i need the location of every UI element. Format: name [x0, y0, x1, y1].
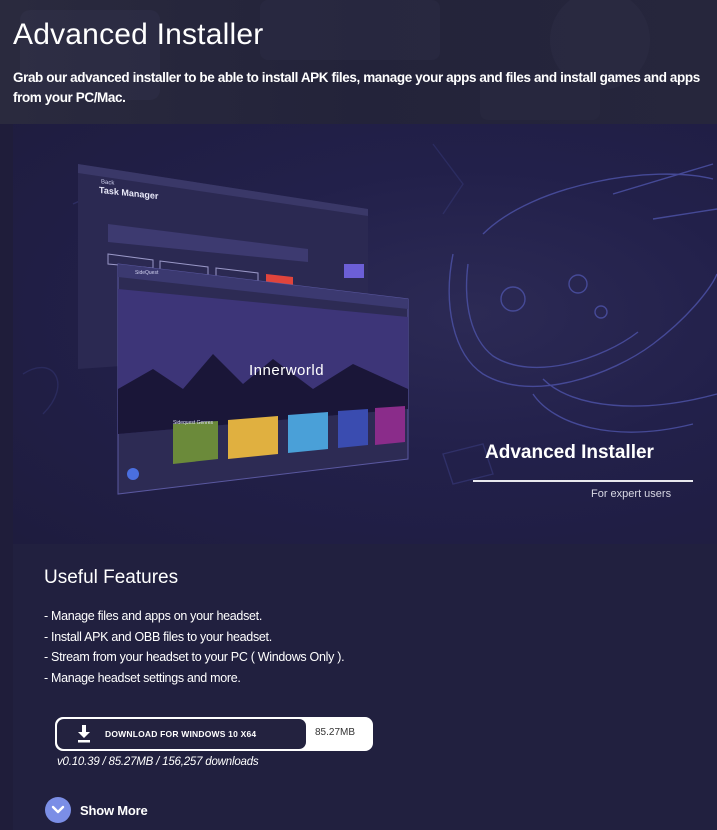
main-panel: Back Task Manager SideQuest Innerworld S…	[13, 124, 717, 830]
download-size: 85.27MB	[315, 727, 356, 738]
version-info: v0.10.39 / 85.27MB / 156,257 downloads	[57, 756, 259, 768]
hero-banner: Back Task Manager SideQuest Innerworld S…	[13, 124, 717, 544]
hero-divider	[473, 480, 693, 482]
feature-item: - Manage headset settings and more.	[44, 670, 241, 685]
hero-tagline: For expert users	[591, 488, 672, 500]
hero-title: Advanced Installer	[485, 442, 654, 463]
download-button[interactable]: DOWNLOAD FOR WINDOWS 10 X64	[57, 719, 306, 749]
download-label: DOWNLOAD FOR WINDOWS 10 X64	[105, 729, 257, 739]
innerworld-banner-text: Innerworld	[249, 362, 325, 379]
feature-item: - Install APK and OBB files to your head…	[44, 629, 272, 644]
feature-item: - Manage files and apps on your headset.	[44, 609, 263, 623]
top-banner: Advanced Installer Grab our advanced ins…	[0, 0, 717, 124]
show-more-toggle[interactable]: Show More	[45, 797, 148, 823]
genre-section-label: Sidequest Genres	[173, 420, 214, 426]
features-list: - Manage files and apps on your headset.…	[44, 606, 345, 688]
chevron-down-icon	[45, 797, 71, 823]
page-title: Advanced Installer	[13, 18, 264, 51]
feature-item: - Stream from your headset to your PC ( …	[44, 650, 345, 664]
app-screenshot-front	[117, 263, 409, 495]
download-widget: DOWNLOAD FOR WINDOWS 10 X64 85.27MB	[55, 717, 373, 751]
page-subtitle: Grab our advanced installer to be able t…	[13, 70, 700, 105]
front-screen-app: SideQuest	[135, 270, 159, 276]
download-icon	[78, 725, 90, 743]
show-more-label: Show More	[80, 802, 148, 818]
features-title: Useful Features	[44, 567, 179, 588]
